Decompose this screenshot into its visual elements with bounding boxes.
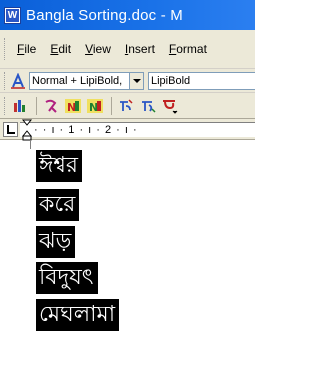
custom-toolbar: N N (0, 93, 255, 119)
document-line[interactable]: ঈশ্বর (36, 150, 83, 182)
menu-file[interactable]: File (10, 42, 43, 56)
bengali-convert-icon[interactable] (116, 96, 136, 116)
document-area[interactable]: ঈশ্বর করে ঝড় বিদুযৎ মেঘলামা (0, 141, 255, 389)
menu-edit[interactable]: Edit (43, 42, 78, 56)
formatting-toolbar: Normal + LipiBold, LipiBold (0, 69, 255, 93)
font-select[interactable]: LipiBold (148, 71, 255, 90)
document-line[interactable]: করে (36, 189, 80, 221)
indent-marker-icon[interactable] (21, 119, 33, 141)
document-line[interactable]: ঝড় (36, 226, 76, 258)
menu-bar: File Edit View Insert Format (0, 30, 255, 69)
sort-descending-icon[interactable]: N (85, 96, 105, 116)
left-tab-icon (7, 125, 15, 134)
svg-text:N: N (89, 101, 98, 114)
margin-mark (30, 141, 31, 149)
sort-ascending-icon[interactable]: N (63, 96, 83, 116)
bengali-letter-icon[interactable] (160, 96, 180, 116)
ruler-ticks: · · ı · 1 · ı · 2 · ı · (34, 124, 138, 136)
style-select[interactable]: Normal + LipiBold, (29, 71, 130, 90)
horizontal-ruler[interactable]: · · ı · 1 · ı · 2 · ı · (20, 119, 255, 141)
toolbar-separator (111, 96, 112, 115)
bengali-convert-2-icon[interactable] (138, 96, 158, 116)
toolbar-grip[interactable] (4, 38, 7, 60)
window-title: Bangla Sorting.doc - M (26, 6, 183, 24)
menu-format[interactable]: Format (162, 42, 214, 56)
document-line[interactable]: মেঘলামা (36, 299, 120, 331)
toolbar-grip[interactable] (4, 71, 7, 90)
menu-insert[interactable]: Insert (118, 42, 162, 56)
chevron-down-icon (132, 78, 141, 83)
style-dropdown-button[interactable] (130, 71, 144, 90)
svg-text:N: N (67, 101, 76, 114)
tab-selector-button[interactable] (3, 122, 18, 137)
bengali-lang-icon[interactable] (41, 96, 61, 116)
word-document-icon[interactable]: W (4, 6, 21, 24)
bengali-chart-icon[interactable] (10, 96, 30, 116)
toolbar-separator (36, 96, 37, 115)
styles-icon[interactable] (10, 72, 26, 89)
ruler-row: · · ı · 1 · ı · 2 · ı · (0, 119, 255, 141)
title-bar: W Bangla Sorting.doc - M (0, 0, 255, 30)
toolbar-grip[interactable] (4, 96, 7, 115)
document-line[interactable]: বিদুযৎ (36, 262, 98, 294)
menu-view[interactable]: View (78, 42, 118, 56)
